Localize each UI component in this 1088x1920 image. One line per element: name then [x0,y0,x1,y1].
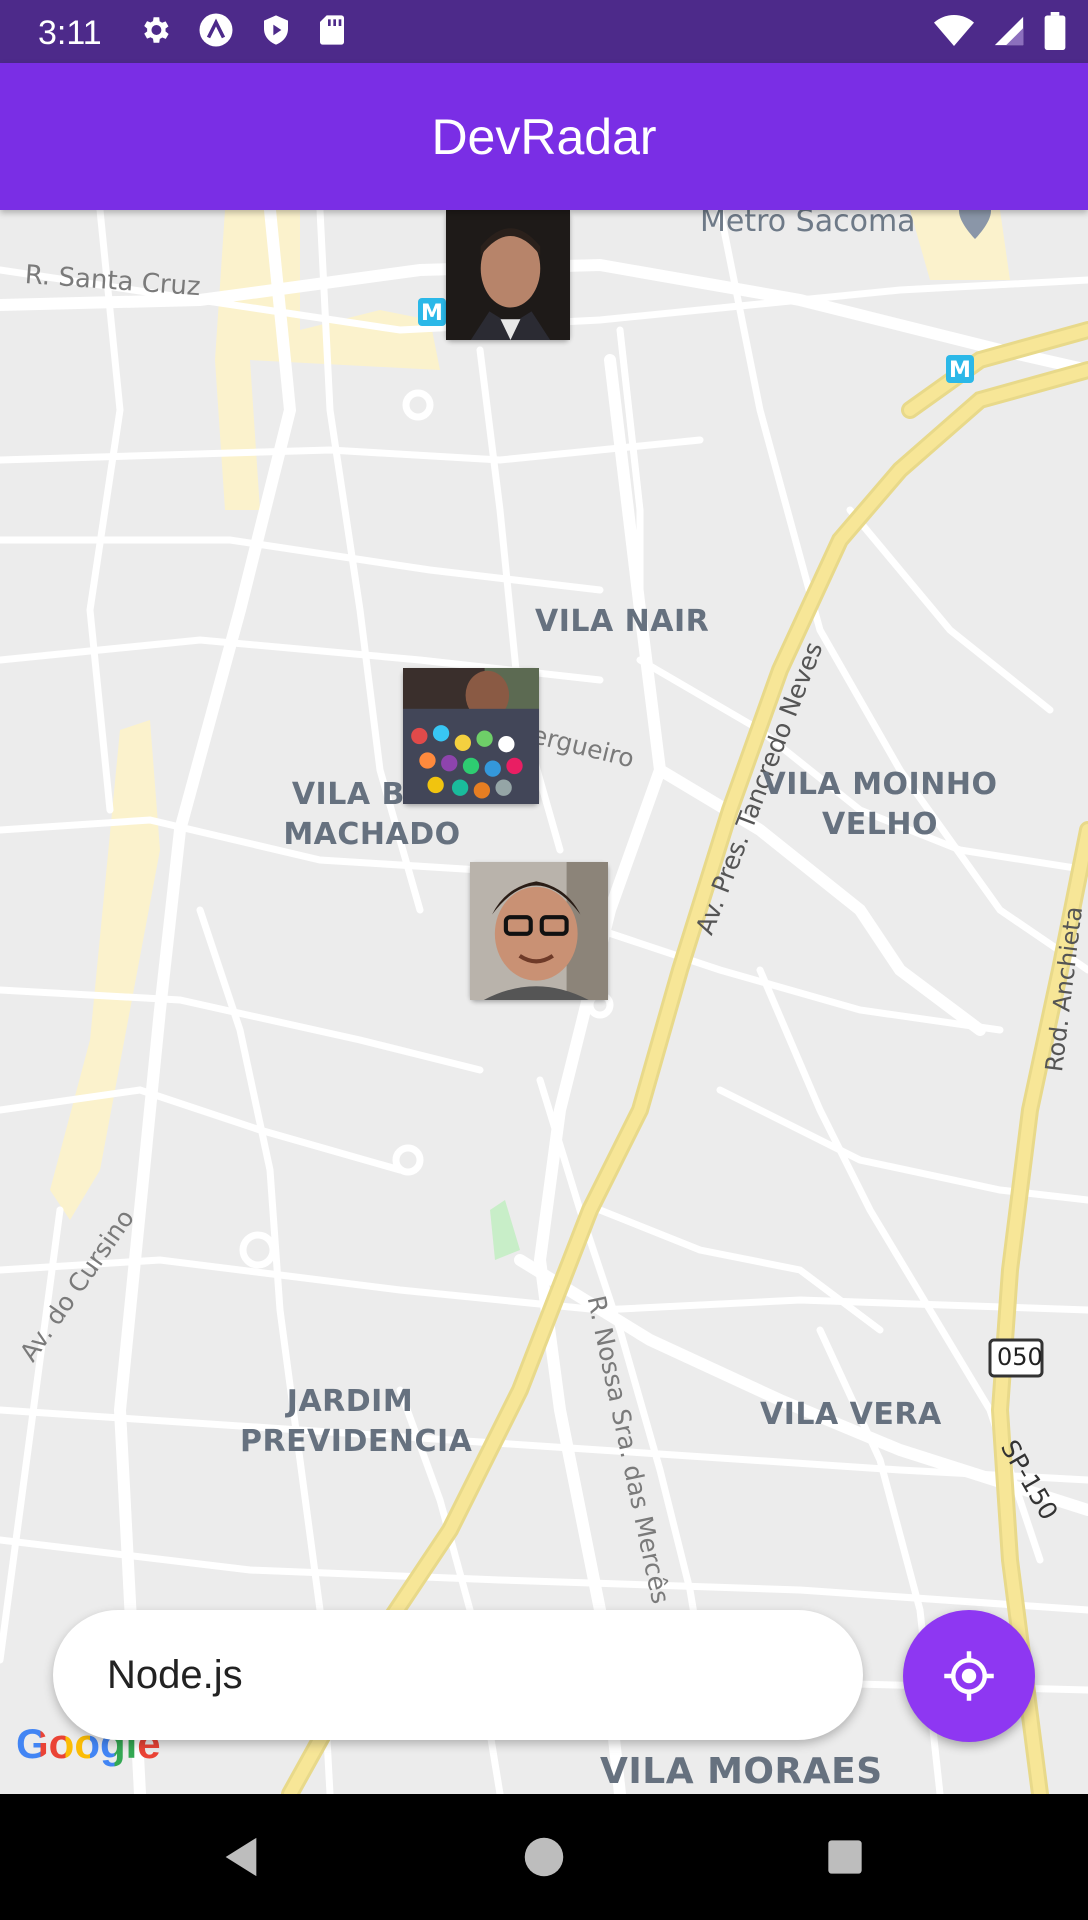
my-location-icon [944,1651,994,1701]
navigation-bar [0,1794,1088,1920]
battery-icon [1044,12,1066,50]
home-button[interactable] [509,1822,579,1892]
map-roads: M M [0,210,1088,1794]
wifi-icon [934,15,974,46]
status-time: 3:11 [38,14,102,52]
shield-play-icon [264,15,288,45]
back-button[interactable] [206,1822,276,1892]
svg-text:M: M [949,358,971,383]
dev-marker[interactable] [403,668,539,804]
search-input[interactable]: Node.js [53,1610,863,1740]
place-label-jardim-previdencia: JARDIM PREVIDENCIA [240,1384,473,1459]
place-label-vila-vera: VILA VERA [760,1397,942,1432]
dev-marker[interactable] [446,210,570,340]
recents-button[interactable] [810,1822,880,1892]
avatar-man-suit [446,210,570,340]
signal-icon [994,16,1024,46]
app-title: DevRadar [431,108,657,165]
home-icon [524,1837,564,1877]
avatar-man-glasses [470,862,608,1000]
app-a-icon [199,13,233,47]
search-value[interactable]: Node.js [107,1653,243,1698]
avatar-laptop-stickers [403,668,539,804]
dev-marker[interactable] [470,862,608,1000]
route-number: 050 [997,1343,1043,1371]
street-label-metro-sacoma: Metro Sacoma [700,210,916,239]
place-label-vila-nair: VILA NAIR [535,604,710,639]
svg-text:M: M [421,301,443,326]
place-label-vila-moinho: VILA MOINHO VELHO [762,767,998,842]
sd-card-icon [320,15,344,45]
app-bar: DevRadar [0,63,1088,210]
place-label-vila-moraes: VILA MORAES [600,1751,883,1792]
status-bar: 3:11 [0,0,1088,63]
my-location-button[interactable] [903,1610,1035,1742]
settings-icon [144,17,169,43]
map-view[interactable]: M M R. Santa Cruz Metro Sacoma Av. Pres.… [0,210,1088,1794]
recents-icon [828,1840,862,1874]
back-icon [225,1837,257,1877]
